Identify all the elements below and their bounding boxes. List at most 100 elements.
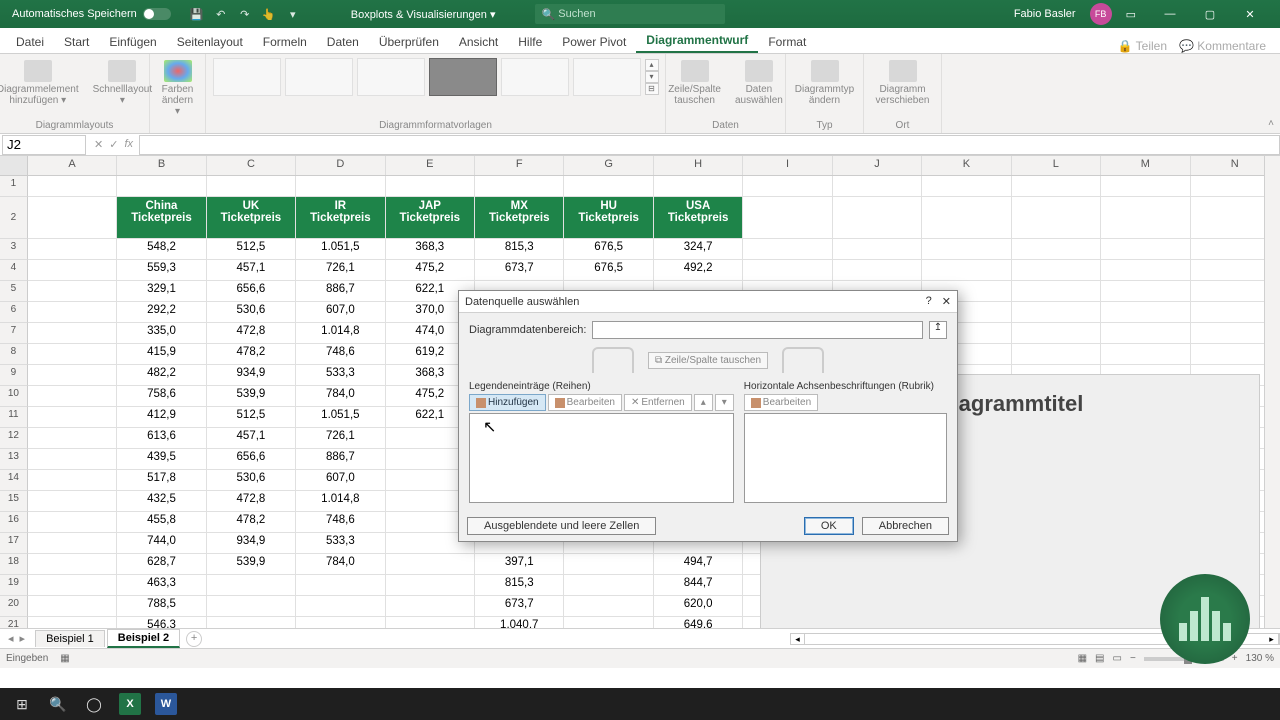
- tab-datei[interactable]: Datei: [6, 31, 54, 53]
- select-data-button[interactable]: Daten auswählen: [731, 58, 787, 108]
- zoom-in-icon[interactable]: +: [1232, 653, 1238, 664]
- macro-record-icon[interactable]: ▦: [60, 653, 69, 664]
- col-header[interactable]: L: [1012, 156, 1101, 175]
- enter-icon[interactable]: ✓: [109, 138, 118, 151]
- maximize-button[interactable]: ▢: [1190, 0, 1230, 28]
- view-break-icon[interactable]: ▭: [1113, 653, 1122, 664]
- minimize-button[interactable]: —: [1150, 0, 1190, 28]
- col-header[interactable]: F: [475, 156, 564, 175]
- help-icon[interactable]: ?: [926, 295, 932, 308]
- formula-input[interactable]: [139, 135, 1280, 155]
- chart-styles-gallery[interactable]: ▴▾⊟: [213, 58, 659, 96]
- user-name[interactable]: Fabio Basler: [1014, 8, 1076, 20]
- fx-icon[interactable]: fx: [124, 138, 133, 151]
- collapse-ribbon-icon[interactable]: ˄: [1268, 118, 1274, 129]
- ok-button[interactable]: OK: [804, 517, 854, 535]
- style-thumb[interactable]: [213, 58, 281, 96]
- edit-axis-button[interactable]: Bearbeiten: [744, 394, 818, 411]
- tab-diagrammentwurf[interactable]: Diagrammentwurf: [636, 29, 758, 53]
- undo-icon[interactable]: ↶: [213, 6, 229, 22]
- sheet-tab[interactable]: Beispiel 1: [35, 630, 105, 647]
- gallery-up-icon[interactable]: ▴: [645, 59, 659, 71]
- gallery-down-icon[interactable]: ▾: [645, 71, 659, 83]
- axis-labels-list[interactable]: [744, 413, 947, 503]
- tab-einfuegen[interactable]: Einfügen: [99, 31, 166, 53]
- legend-entries-list[interactable]: [469, 413, 734, 503]
- zoom-out-icon[interactable]: −: [1130, 653, 1136, 664]
- tab-format[interactable]: Format: [758, 31, 816, 53]
- move-chart-button[interactable]: Diagramm verschieben: [872, 58, 934, 108]
- cancel-button[interactable]: Abbrechen: [862, 517, 949, 535]
- edit-series-button[interactable]: Bearbeiten: [548, 394, 622, 411]
- save-icon[interactable]: 💾: [189, 6, 205, 22]
- col-header[interactable]: B: [117, 156, 206, 175]
- col-header[interactable]: C: [207, 156, 296, 175]
- remove-series-button[interactable]: ✕ Entfernen: [624, 394, 692, 411]
- style-thumb[interactable]: [573, 58, 641, 96]
- style-thumb[interactable]: [357, 58, 425, 96]
- change-chart-type-button[interactable]: Diagrammtyp ändern: [791, 58, 858, 108]
- search-box[interactable]: 🔍 Suchen: [535, 4, 725, 24]
- col-header[interactable]: M: [1101, 156, 1190, 175]
- col-header[interactable]: I: [743, 156, 832, 175]
- zoom-level[interactable]: 130 %: [1246, 653, 1274, 664]
- sheet-tab-active[interactable]: Beispiel 2: [107, 629, 180, 648]
- switch-row-col-button[interactable]: ⧉ Zeile/Spalte tauschen: [648, 352, 768, 369]
- move-down-button[interactable]: ▾: [715, 394, 734, 411]
- change-colors-button[interactable]: Farben ändern ▾: [158, 58, 198, 119]
- tab-nav-prev-icon[interactable]: ◂: [8, 632, 14, 645]
- share-button[interactable]: 🔒 Teilen: [1118, 39, 1167, 53]
- toggle-icon[interactable]: [143, 8, 171, 20]
- add-series-button[interactable]: Hinzufügen: [469, 394, 546, 411]
- switch-row-col-button[interactable]: Zeile/Spalte tauschen: [664, 58, 725, 108]
- style-thumb-selected[interactable]: [429, 58, 497, 96]
- tab-ueberpruefen[interactable]: Überprüfen: [369, 31, 449, 53]
- col-header[interactable]: A: [28, 156, 117, 175]
- tab-seitenlayout[interactable]: Seitenlayout: [167, 31, 253, 53]
- comments-button[interactable]: 💬 Kommentare: [1179, 39, 1266, 53]
- add-chart-element-button[interactable]: Diagrammelement hinzufügen ▾: [0, 58, 83, 108]
- word-taskbar-icon[interactable]: W: [148, 690, 184, 718]
- tab-start[interactable]: Start: [54, 31, 99, 53]
- start-button[interactable]: ⊞: [4, 690, 40, 718]
- col-header[interactable]: D: [296, 156, 385, 175]
- col-header[interactable]: E: [386, 156, 475, 175]
- gallery-more-icon[interactable]: ⊟: [645, 83, 659, 95]
- chart-data-range-input[interactable]: [592, 321, 923, 339]
- workbook-title[interactable]: Boxplots & Visualisierungen ▾: [351, 8, 496, 21]
- collapse-range-icon[interactable]: ↥: [929, 321, 947, 339]
- name-box[interactable]: [2, 135, 86, 155]
- redo-icon[interactable]: ↷: [237, 6, 253, 22]
- tab-hilfe[interactable]: Hilfe: [508, 31, 552, 53]
- col-header[interactable]: G: [564, 156, 653, 175]
- tab-daten[interactable]: Daten: [317, 31, 369, 53]
- ribbon-mode-icon[interactable]: ▭: [1126, 8, 1136, 21]
- vertical-scrollbar[interactable]: [1264, 156, 1280, 628]
- tab-nav-next-icon[interactable]: ▸: [20, 632, 26, 645]
- dropdown-icon[interactable]: ▾: [285, 6, 301, 22]
- close-button[interactable]: ✕: [1230, 0, 1270, 28]
- search-taskbar-icon[interactable]: 🔍: [40, 690, 76, 718]
- autosave-toggle[interactable]: Automatisches Speichern: [4, 8, 179, 20]
- task-view-icon[interactable]: ◯: [76, 690, 112, 718]
- col-header[interactable]: J: [833, 156, 922, 175]
- hidden-cells-button[interactable]: Ausgeblendete und leere Zellen: [467, 517, 656, 535]
- close-icon[interactable]: ✕: [942, 295, 951, 308]
- col-header[interactable]: H: [654, 156, 743, 175]
- avatar[interactable]: FB: [1090, 3, 1112, 25]
- excel-taskbar-icon[interactable]: X: [112, 690, 148, 718]
- quick-layout-button[interactable]: Schnelllayout ▾: [89, 58, 156, 108]
- touch-icon[interactable]: 👆: [261, 6, 277, 22]
- style-thumb[interactable]: [501, 58, 569, 96]
- add-sheet-button[interactable]: +: [186, 631, 202, 647]
- tab-formeln[interactable]: Formeln: [253, 31, 317, 53]
- view-normal-icon[interactable]: ▦: [1078, 653, 1087, 664]
- tab-ansicht[interactable]: Ansicht: [449, 31, 508, 53]
- select-all-corner[interactable]: [0, 156, 28, 175]
- view-page-icon[interactable]: ▤: [1095, 653, 1104, 664]
- tab-powerpivot[interactable]: Power Pivot: [552, 31, 636, 53]
- move-up-button[interactable]: ▴: [694, 394, 713, 411]
- col-header[interactable]: K: [922, 156, 1011, 175]
- style-thumb[interactable]: [285, 58, 353, 96]
- cancel-icon[interactable]: ✕: [94, 138, 103, 151]
